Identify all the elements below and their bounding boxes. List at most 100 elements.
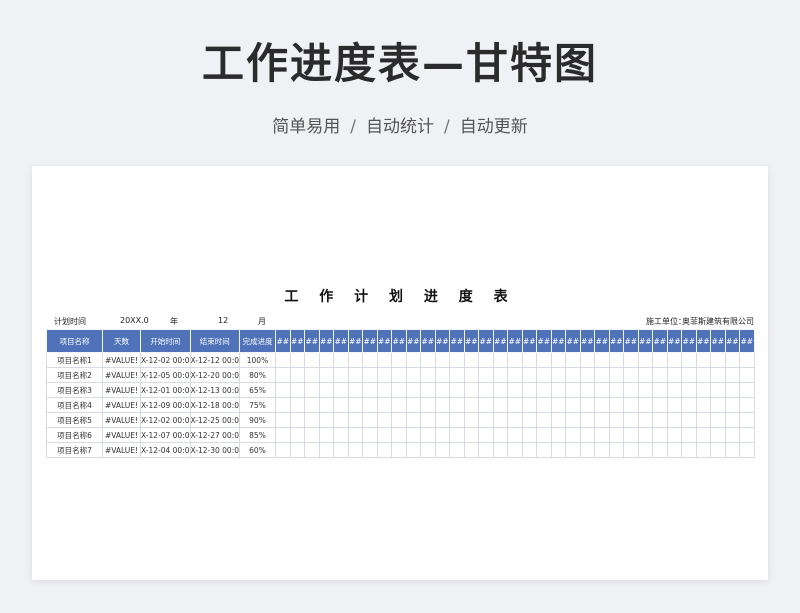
day-cell[interactable] (681, 397, 697, 413)
day-cell[interactable] (710, 382, 726, 398)
day-cell[interactable] (376, 367, 392, 383)
day-cell[interactable] (347, 442, 363, 458)
end-date-cell[interactable]: X-12-18 00:0 (189, 397, 240, 413)
day-cell[interactable] (318, 367, 334, 383)
day-cell[interactable] (333, 412, 349, 428)
day-cell[interactable] (579, 412, 595, 428)
day-cell[interactable] (695, 397, 711, 413)
day-cell[interactable] (391, 382, 407, 398)
day-cell[interactable] (391, 412, 407, 428)
day-column-header[interactable]: ## (724, 329, 740, 353)
column-header-name[interactable]: 项目名称 (46, 329, 103, 353)
day-cell[interactable] (391, 442, 407, 458)
progress-cell[interactable]: 100% (239, 352, 276, 368)
day-cell[interactable] (289, 367, 305, 383)
day-cell[interactable] (333, 427, 349, 443)
day-cell[interactable] (420, 412, 436, 428)
day-cell[interactable] (623, 442, 639, 458)
day-column-header[interactable]: ## (304, 329, 320, 353)
task-name-cell[interactable]: 项目名称4 (46, 397, 103, 413)
day-cell[interactable] (420, 367, 436, 383)
progress-cell[interactable]: 65% (239, 382, 276, 398)
day-cell[interactable] (347, 382, 363, 398)
days-cell[interactable]: #VALUE! (102, 427, 141, 443)
day-cell[interactable] (724, 427, 740, 443)
day-cell[interactable] (289, 412, 305, 428)
day-cell[interactable] (449, 382, 465, 398)
day-cell[interactable] (681, 427, 697, 443)
day-cell[interactable] (391, 427, 407, 443)
day-cell[interactable] (565, 397, 581, 413)
day-cell[interactable] (304, 442, 320, 458)
day-cell[interactable] (695, 382, 711, 398)
progress-cell[interactable]: 80% (239, 367, 276, 383)
day-cell[interactable] (376, 427, 392, 443)
day-cell[interactable] (565, 352, 581, 368)
day-cell[interactable] (637, 367, 653, 383)
day-cell[interactable] (420, 352, 436, 368)
day-cell[interactable] (318, 442, 334, 458)
day-column-header[interactable]: ## (318, 329, 334, 353)
day-cell[interactable] (550, 397, 566, 413)
day-cell[interactable] (579, 427, 595, 443)
day-cell[interactable] (275, 427, 291, 443)
day-cell[interactable] (652, 352, 668, 368)
day-cell[interactable] (637, 397, 653, 413)
day-cell[interactable] (449, 427, 465, 443)
task-name-cell[interactable]: 项目名称3 (46, 382, 103, 398)
day-column-header[interactable]: ## (275, 329, 291, 353)
day-column-header[interactable]: ## (405, 329, 421, 353)
end-date-cell[interactable]: X-12-25 00:0 (189, 412, 240, 428)
day-cell[interactable] (275, 352, 291, 368)
day-cell[interactable] (652, 367, 668, 383)
day-cell[interactable] (623, 397, 639, 413)
day-cell[interactable] (449, 352, 465, 368)
day-cell[interactable] (637, 427, 653, 443)
day-cell[interactable] (608, 442, 624, 458)
day-cell[interactable] (565, 442, 581, 458)
day-cell[interactable] (724, 412, 740, 428)
day-cell[interactable] (565, 427, 581, 443)
day-column-header[interactable]: ## (347, 329, 363, 353)
day-cell[interactable] (492, 442, 508, 458)
day-column-header[interactable]: ## (565, 329, 581, 353)
day-cell[interactable] (362, 352, 378, 368)
day-column-header[interactable]: ## (681, 329, 697, 353)
day-cell[interactable] (376, 412, 392, 428)
day-cell[interactable] (608, 367, 624, 383)
day-cell[interactable] (405, 397, 421, 413)
day-cell[interactable] (362, 367, 378, 383)
day-cell[interactable] (710, 427, 726, 443)
day-cell[interactable] (594, 352, 610, 368)
day-cell[interactable] (434, 367, 450, 383)
day-cell[interactable] (405, 427, 421, 443)
day-cell[interactable] (347, 427, 363, 443)
day-cell[interactable] (565, 412, 581, 428)
day-cell[interactable] (637, 442, 653, 458)
day-cell[interactable] (318, 352, 334, 368)
day-cell[interactable] (507, 382, 523, 398)
start-date-cell[interactable]: X-12-02 00:0 (140, 352, 191, 368)
day-cell[interactable] (739, 352, 755, 368)
day-cell[interactable] (739, 427, 755, 443)
day-cell[interactable] (289, 397, 305, 413)
days-cell[interactable]: #VALUE! (102, 412, 141, 428)
day-cell[interactable] (463, 397, 479, 413)
day-cell[interactable] (449, 397, 465, 413)
column-header-end[interactable]: 结束时间 (189, 329, 240, 353)
day-column-header[interactable]: ## (666, 329, 682, 353)
day-cell[interactable] (362, 427, 378, 443)
day-cell[interactable] (681, 367, 697, 383)
start-date-cell[interactable]: X-12-05 00:0 (140, 367, 191, 383)
day-cell[interactable] (275, 397, 291, 413)
day-cell[interactable] (463, 367, 479, 383)
day-column-header[interactable]: ## (478, 329, 494, 353)
days-cell[interactable]: #VALUE! (102, 367, 141, 383)
day-cell[interactable] (405, 442, 421, 458)
day-cell[interactable] (666, 367, 682, 383)
day-cell[interactable] (449, 412, 465, 428)
day-cell[interactable] (347, 412, 363, 428)
day-cell[interactable] (478, 397, 494, 413)
day-column-header[interactable]: ## (739, 329, 755, 353)
day-cell[interactable] (739, 412, 755, 428)
